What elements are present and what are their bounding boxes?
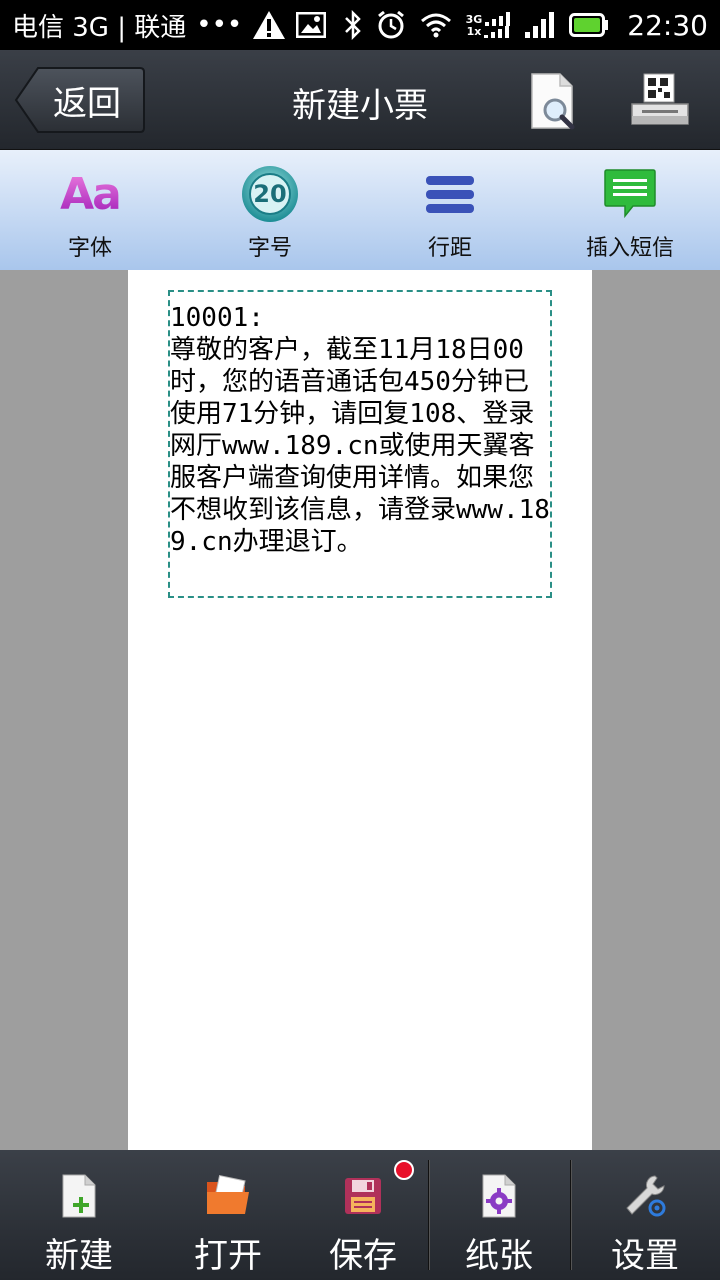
warning-icon bbox=[252, 10, 286, 40]
paper-settings-icon bbox=[479, 1170, 519, 1222]
back-button[interactable]: 返回 bbox=[14, 66, 146, 134]
battery-icon bbox=[569, 13, 609, 37]
bar-divider bbox=[428, 1160, 430, 1270]
open-label: 打开 bbox=[194, 1236, 262, 1276]
app-header: 返回 新建小票 bbox=[0, 50, 720, 150]
ticket-text-box[interactable]: 10001: 尊敬的客户，截至11月18日00时，您的语音通话包450分钟已使用… bbox=[168, 290, 552, 598]
wrench-settings-icon bbox=[623, 1170, 667, 1222]
alarm-clock-icon bbox=[376, 10, 406, 40]
insert-sms-button[interactable]: 插入短信 bbox=[540, 150, 720, 270]
font-size-button[interactable]: 20 字号 bbox=[180, 150, 360, 270]
more-notifications-dots: ••• bbox=[196, 10, 243, 40]
new-button[interactable]: 新建 bbox=[0, 1150, 158, 1280]
font-icon: Aa bbox=[60, 168, 122, 220]
wifi-icon bbox=[420, 12, 452, 38]
ticket-paper: 10001: 尊敬的客户，截至11月18日00时，您的语音通话包450分钟已使用… bbox=[128, 270, 592, 1150]
font-size-icon: 20 bbox=[240, 164, 300, 224]
font-button[interactable]: Aa 字体 bbox=[0, 150, 180, 270]
bluetooth-icon bbox=[344, 10, 362, 40]
font-size-value: 20 bbox=[253, 180, 287, 208]
paper-button[interactable]: 纸张 bbox=[428, 1150, 570, 1280]
settings-label: 设置 bbox=[611, 1236, 679, 1276]
signal-3g-icon: 3G 1x bbox=[466, 12, 512, 38]
carrier-label: 电信 3G | 联通 bbox=[12, 12, 187, 43]
font-label: 字体 bbox=[67, 236, 112, 261]
back-button-label: 返回 bbox=[53, 83, 121, 124]
format-toolbar: Aa 字体 20 字号 行距 插入短信 bbox=[0, 150, 720, 270]
signal-bars-icon bbox=[525, 12, 555, 38]
bar-divider bbox=[570, 1160, 572, 1270]
save-label: 保存 bbox=[329, 1236, 397, 1276]
new-label: 新建 bbox=[45, 1236, 113, 1276]
save-button[interactable]: 保存 bbox=[298, 1150, 428, 1280]
insert-sms-icon bbox=[603, 164, 657, 224]
image-icon bbox=[296, 12, 327, 38]
bottom-action-bar: 新建 打开 保存 纸张 设置 bbox=[0, 1150, 720, 1280]
line-spacing-icon bbox=[424, 164, 476, 224]
document-search-icon[interactable] bbox=[526, 72, 586, 132]
status-bar: 电信 3G | 联通 ••• 3G 1x 22:30 bbox=[0, 0, 720, 50]
line-spacing-button[interactable]: 行距 bbox=[360, 150, 540, 270]
ticket-text: 10001: 尊敬的客户，截至11月18日00时，您的语音通话包450分钟已使用… bbox=[170, 303, 550, 557]
line-spacing-label: 行距 bbox=[427, 236, 472, 261]
unsaved-indicator-dot bbox=[394, 1160, 414, 1180]
insert-sms-label: 插入短信 bbox=[585, 236, 674, 261]
font-size-label: 字号 bbox=[247, 236, 292, 261]
clock-time: 22:30 bbox=[627, 8, 708, 42]
open-button[interactable]: 打开 bbox=[158, 1150, 298, 1280]
save-icon bbox=[343, 1170, 383, 1222]
paper-label: 纸张 bbox=[465, 1236, 533, 1276]
open-folder-icon bbox=[205, 1170, 251, 1222]
new-file-icon bbox=[59, 1170, 99, 1222]
settings-button[interactable]: 设置 bbox=[570, 1150, 720, 1280]
printer-icon[interactable] bbox=[628, 72, 692, 132]
